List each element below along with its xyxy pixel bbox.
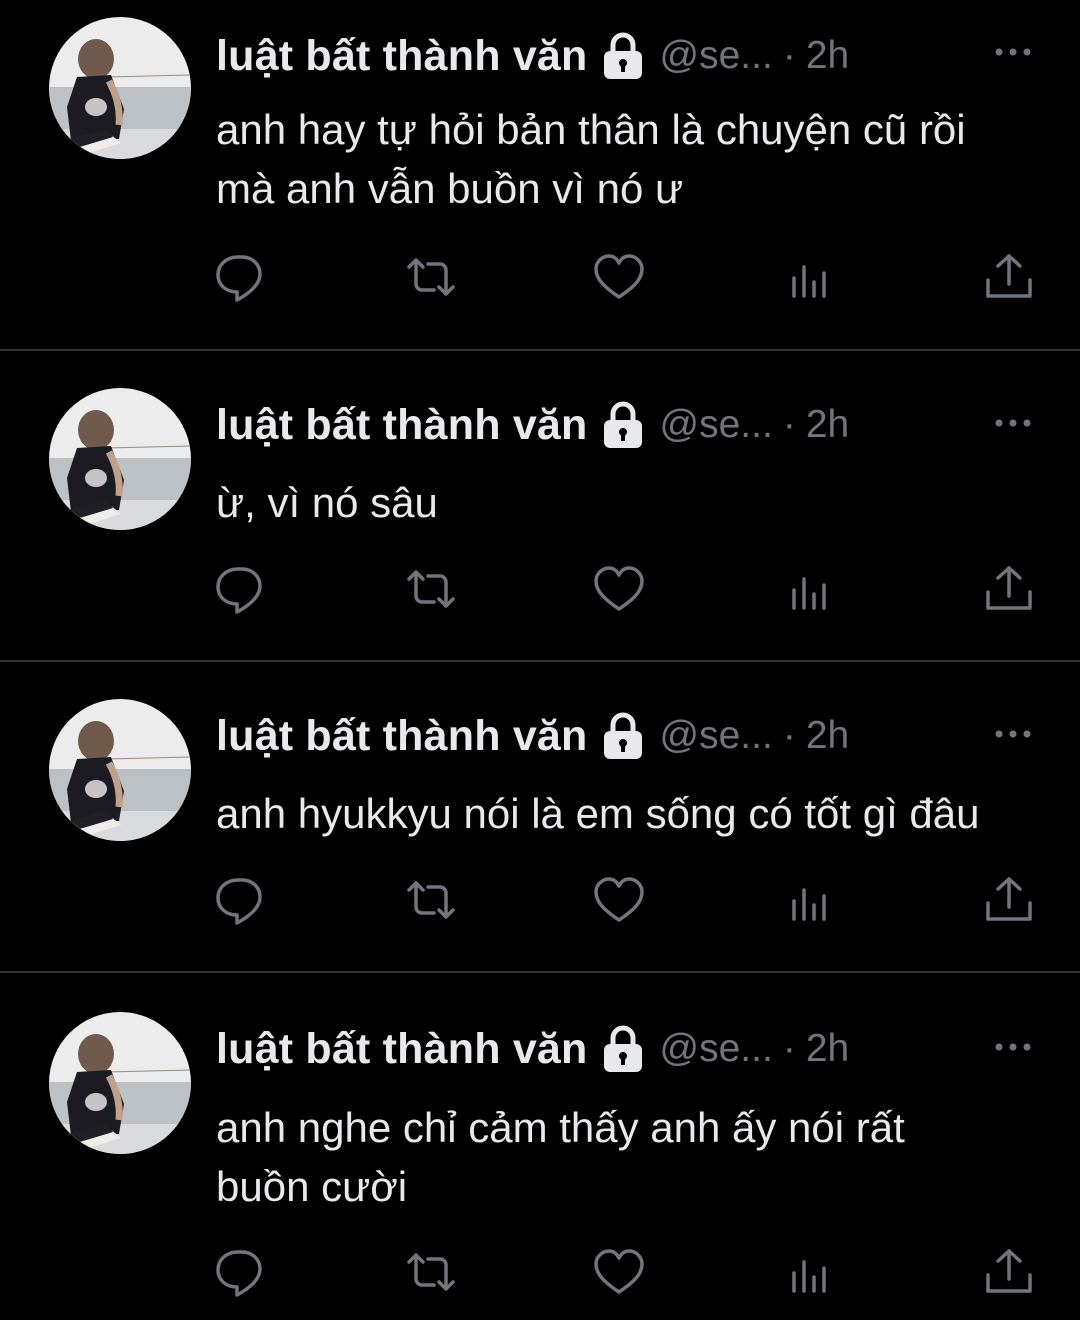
more-options-icon[interactable] (990, 37, 1036, 67)
action-bar (0, 250, 1080, 310)
avatar[interactable] (49, 388, 191, 530)
tweet-header: luật bất thành văn @se... · 2h (216, 708, 1036, 764)
reply-icon[interactable] (213, 562, 267, 616)
views-icon[interactable] (784, 250, 838, 304)
display-name[interactable]: luật bất thành văn (216, 1025, 588, 1074)
tweet[interactable]: luật bất thành văn @se... · 2h anh nghe … (0, 973, 1080, 1320)
reply-icon[interactable] (213, 1245, 267, 1299)
more-options-icon[interactable] (990, 408, 1036, 438)
retweet-icon[interactable] (404, 250, 458, 304)
share-icon[interactable] (982, 562, 1036, 616)
handle[interactable]: @se... (660, 1027, 773, 1071)
display-name[interactable]: luật bất thành văn (216, 712, 588, 761)
lock-icon (602, 401, 644, 449)
tweet-text: ừ, vì nó sâu (216, 479, 438, 526)
tweet-text: anh hyukkyu nói là em sống có tốt gì đâu (216, 790, 980, 837)
views-icon[interactable] (784, 562, 838, 616)
like-icon[interactable] (592, 1245, 646, 1299)
avatar[interactable] (49, 1012, 191, 1154)
more-options-icon[interactable] (990, 1032, 1036, 1062)
retweet-icon[interactable] (404, 562, 458, 616)
reply-icon[interactable] (213, 873, 267, 927)
avatar-photo (49, 17, 191, 159)
like-icon[interactable] (592, 873, 646, 927)
action-bar (0, 562, 1080, 622)
tweet[interactable]: luật bất thành văn @se... · 2h ừ, vì nó … (0, 351, 1080, 661)
share-icon[interactable] (982, 873, 1036, 927)
lock-icon (602, 32, 644, 80)
handle[interactable]: @se... (660, 34, 773, 78)
share-icon[interactable] (982, 250, 1036, 304)
timestamp[interactable]: 2h (806, 1027, 849, 1071)
more-options-icon[interactable] (990, 719, 1036, 749)
timestamp[interactable]: 2h (806, 34, 849, 78)
avatar[interactable] (49, 699, 191, 841)
lock-icon (602, 1025, 644, 1073)
lock-icon (602, 712, 644, 760)
timestamp[interactable]: 2h (806, 403, 849, 447)
tweet-text: anh hay tự hỏi bản thân là chuyện cũ rồi… (216, 106, 966, 212)
separator-dot: · (782, 403, 796, 446)
avatar-photo (49, 388, 191, 530)
action-bar (0, 873, 1080, 933)
tweet-header: luật bất thành văn @se... · 2h (216, 28, 1036, 84)
views-icon[interactable] (784, 873, 838, 927)
like-icon[interactable] (592, 250, 646, 304)
handle[interactable]: @se... (660, 714, 773, 758)
views-icon[interactable] (784, 1245, 838, 1299)
avatar-photo (49, 1012, 191, 1154)
display-name[interactable]: luật bất thành văn (216, 401, 588, 450)
handle[interactable]: @se... (660, 403, 773, 447)
timestamp[interactable]: 2h (806, 714, 849, 758)
tweet-header: luật bất thành văn @se... · 2h (216, 1021, 1036, 1077)
reply-icon[interactable] (213, 250, 267, 304)
separator-dot: · (782, 1027, 796, 1070)
tweet-text: anh nghe chỉ cảm thấy anh ấy nói rất buồ… (216, 1104, 905, 1210)
retweet-icon[interactable] (404, 873, 458, 927)
avatar[interactable] (49, 17, 191, 159)
display-name[interactable]: luật bất thành văn (216, 32, 588, 81)
tweet[interactable]: luật bất thành văn @se... · 2h anh hyukk… (0, 662, 1080, 972)
action-bar (0, 1245, 1080, 1305)
retweet-icon[interactable] (404, 1245, 458, 1299)
avatar-photo (49, 699, 191, 841)
separator-dot: · (782, 34, 796, 77)
like-icon[interactable] (592, 562, 646, 616)
timeline: luật bất thành văn @se... · 2h anh hay t… (0, 0, 1080, 1320)
tweet[interactable]: luật bất thành văn @se... · 2h anh hay t… (0, 0, 1080, 350)
tweet-header: luật bất thành văn @se... · 2h (216, 397, 1036, 453)
share-icon[interactable] (982, 1245, 1036, 1299)
separator-dot: · (782, 714, 796, 757)
